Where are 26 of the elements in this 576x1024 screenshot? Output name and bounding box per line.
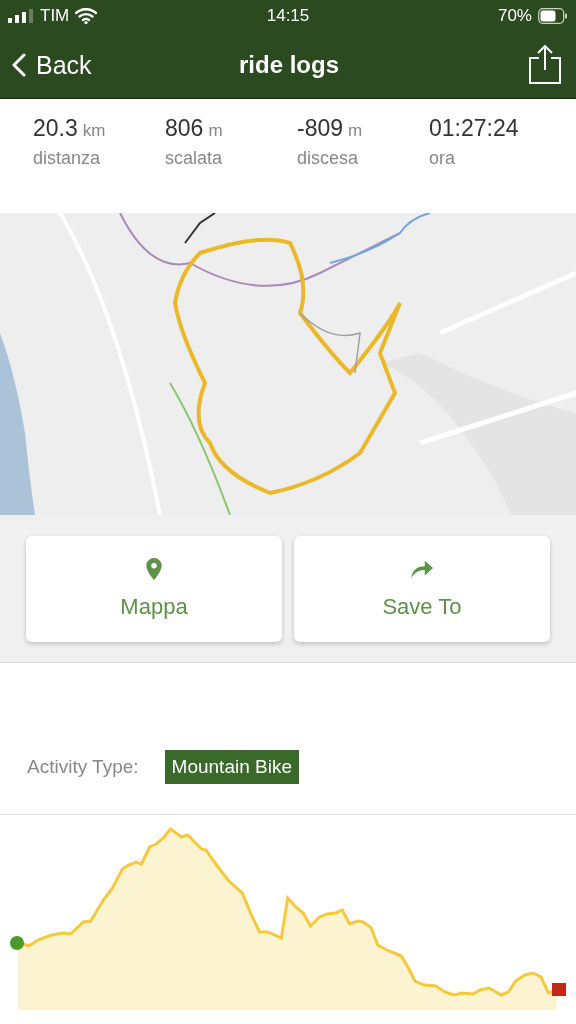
share-icon[interactable] xyxy=(528,45,562,85)
action-button[interactable]: Save To xyxy=(294,536,550,642)
back-button[interactable]: Back xyxy=(12,50,92,80)
location-pin-icon xyxy=(143,558,165,580)
action-button[interactable]: Mappa xyxy=(26,536,282,642)
stat-label: scalata xyxy=(165,148,224,169)
signal-icon xyxy=(8,9,34,23)
carrier-name: TIM xyxy=(40,6,70,26)
stat-unit: m xyxy=(208,121,223,141)
stat-value: 20.3 xyxy=(33,115,78,142)
stat-value: -809 xyxy=(297,115,344,142)
stat-label: distanza xyxy=(33,148,102,169)
battery-percent: 70% xyxy=(497,6,532,26)
stat-label: ora xyxy=(429,148,456,169)
activity-tag: Mountain Bike xyxy=(164,750,299,784)
stat-unit: m xyxy=(348,121,363,141)
battery-icon xyxy=(538,8,568,24)
stat-unit: km xyxy=(82,121,106,141)
clock-time: 14:15 xyxy=(266,6,310,26)
stat-label: discesa xyxy=(297,148,360,169)
activity-label: Activity Type: xyxy=(27,755,139,779)
stat-value: 806 xyxy=(165,115,204,142)
stat-value: 01:27:24 xyxy=(429,115,519,142)
screen-title: ride logs xyxy=(239,51,339,79)
chevron-left-icon xyxy=(12,53,26,77)
wifi-icon xyxy=(75,8,98,24)
